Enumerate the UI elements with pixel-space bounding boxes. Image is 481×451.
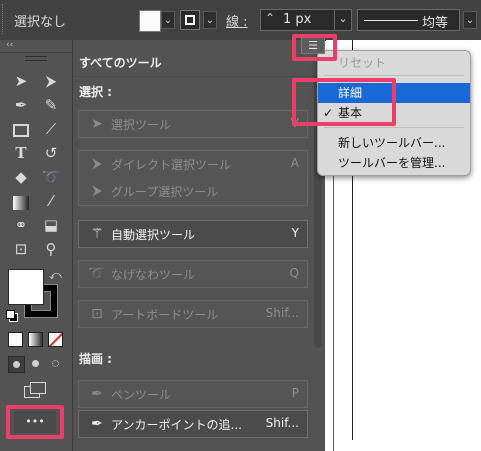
- direct-selection-tool-icon[interactable]: ⮞: [38, 70, 64, 92]
- tool-shortcut: Shif...: [265, 306, 299, 320]
- shape-builder-tool-icon[interactable]: ⚭: [8, 214, 34, 236]
- tool-shortcut: P: [291, 386, 299, 400]
- swap-colors-icon[interactable]: ⤺: [49, 268, 62, 283]
- toolbar-grip[interactable]: [25, 56, 47, 61]
- stroke-swatch-icon: [185, 15, 195, 25]
- stroke-weight-value: 1 px: [283, 12, 312, 27]
- menu-item-reset: リセット: [338, 56, 387, 70]
- tool-group-row: ⮞ ダイレクト選択ツール A ⮞ グループ選択ツール: [78, 150, 308, 206]
- magic-wand-icon: ⚚: [90, 226, 104, 242]
- tool-label: なげなわツール: [111, 268, 196, 282]
- all-tools-drawer: すべてのツール 選択 : ➤ 選択ツール V ⮞ ダイレクト選択ツール A ⮞ …: [73, 34, 337, 451]
- profile-line-icon: [364, 20, 418, 21]
- drawer-title: すべてのツール: [79, 56, 162, 70]
- tool-label: ダイレクト選択ツール: [111, 158, 232, 172]
- chevron-down-icon: ⌄: [338, 12, 348, 25]
- selection-status: 選択なし: [14, 15, 67, 30]
- stroke-label[interactable]: 線 :: [226, 11, 248, 30]
- fill-dropdown[interactable]: ⌄: [161, 11, 175, 29]
- bar-grip[interactable]: [2, 4, 5, 34]
- stroke-dropdown[interactable]: ⌄: [203, 11, 217, 29]
- drawer-divider: [73, 76, 325, 77]
- color-mode-icon[interactable]: [8, 332, 23, 347]
- tool-label: ペンツール: [111, 388, 172, 402]
- curvature-tool-icon[interactable]: ✎: [38, 94, 64, 116]
- menu-options-callout: [292, 78, 396, 126]
- stroke-profile-select[interactable]: 均等: [357, 9, 460, 31]
- tools-panel: ‹‹ ➤ ⮞ ✒ ✎ ⟋ T ↺ ◆ ➰ ⁄ ⚭ ⬓ ⊡ ⚲ ⤺ •••: [0, 40, 73, 451]
- fill-color-box[interactable]: [8, 269, 44, 305]
- menu-separator: [324, 75, 464, 76]
- collapse-panel-icon[interactable]: ‹‹: [6, 40, 13, 50]
- stroke-weight-dropdown[interactable]: ⌄: [334, 10, 351, 30]
- lasso-icon: ➰: [88, 266, 106, 282]
- lasso-tool-icon[interactable]: ➰: [38, 166, 64, 188]
- tool-row[interactable]: ✒ ペンツール P: [78, 380, 308, 408]
- paintbrush-tool-icon[interactable]: ⟋: [38, 118, 64, 140]
- control-bar: 選択なし ⌄ ⌄ 線 : ⌃ 1 px ⌄ 均等 ⌄: [0, 0, 481, 41]
- menu-separator: [324, 127, 464, 128]
- direct-selection-icon: ⮞: [91, 156, 103, 172]
- draw-normal-icon[interactable]: [8, 356, 25, 373]
- selection-arrow-icon: ➤: [91, 116, 103, 132]
- section-title-draw: 描画 :: [79, 352, 112, 366]
- zoom-tool-icon[interactable]: ⚲: [38, 238, 64, 260]
- tool-row[interactable]: ⊡ アートボードツール Shif...: [78, 300, 308, 328]
- menu-button-callout: [292, 34, 337, 61]
- tool-row[interactable]: ⚚ 自動選択ツール Y: [78, 220, 308, 248]
- tool-shortcut: A: [290, 156, 299, 170]
- stepper-icon[interactable]: ⌃: [265, 11, 275, 25]
- type-tool-icon[interactable]: T: [8, 142, 34, 164]
- tool-label: グループ選択ツール: [111, 185, 219, 199]
- toolbar-divider: [0, 52, 72, 53]
- tool-shortcut: Q: [289, 266, 299, 280]
- section-title-select: 選択 :: [79, 85, 112, 99]
- tool-label: アンカーポイントの追...: [111, 418, 242, 432]
- chevron-down-icon: ⌄: [465, 15, 475, 26]
- tool-shortcut: Y: [291, 226, 299, 240]
- tool-label: 自動選択ツール: [111, 228, 196, 242]
- live-paint-tool-icon[interactable]: ⬓: [38, 214, 64, 236]
- rectangle-tool-icon[interactable]: [13, 124, 29, 137]
- tool-row[interactable]: ✒ アンカーポイントの追... Shif...: [78, 410, 308, 438]
- tool-row[interactable]: ⮞ グループ選択ツール: [79, 178, 307, 205]
- artboard-icon: ⊡: [91, 306, 103, 322]
- group-selection-icon: ⮞: [91, 183, 103, 199]
- rotate-tool-icon[interactable]: ↺: [38, 142, 64, 164]
- tool-label: アートボードツール: [111, 308, 219, 322]
- artboard-tool-icon[interactable]: ⊡: [8, 238, 34, 260]
- pen-tool-icon[interactable]: ✒: [8, 94, 34, 116]
- fill-swatch[interactable]: [139, 10, 161, 32]
- add-anchor-point-icon: ✒: [91, 416, 103, 432]
- draw-inside-icon[interactable]: [48, 356, 63, 371]
- menu-item-manage-toolbars[interactable]: ツールバーを管理...: [318, 153, 470, 173]
- gradient-tool-icon[interactable]: [13, 196, 29, 210]
- gradient-mode-icon[interactable]: [28, 332, 43, 347]
- draw-behind-icon[interactable]: [28, 356, 43, 371]
- eraser-tool-icon[interactable]: ◆: [8, 166, 34, 188]
- tool-label: 選択ツール: [111, 118, 172, 132]
- chevron-down-icon: ⌄: [205, 15, 215, 26]
- tool-row[interactable]: ➤ 選択ツール V: [78, 110, 308, 138]
- default-colors-icon[interactable]: [6, 310, 18, 322]
- tool-shortcut: Shif...: [265, 416, 299, 430]
- chevron-down-icon: ⌄: [163, 15, 173, 26]
- eyedropper-tool-icon[interactable]: ⁄: [38, 190, 64, 212]
- tool-row[interactable]: ➰ なげなわツール Q: [78, 260, 308, 288]
- stroke-swatch[interactable]: [180, 10, 200, 30]
- selection-tool-icon[interactable]: ➤: [8, 70, 34, 92]
- stroke-profile-value: 均等: [422, 16, 449, 31]
- screen-mode-icon[interactable]: [24, 382, 48, 398]
- pen-icon: ✒: [91, 386, 103, 402]
- stroke-weight-field[interactable]: ⌃ 1 px ⌄: [260, 9, 352, 31]
- profile-dropdown[interactable]: ⌄: [463, 11, 477, 29]
- tool-row[interactable]: ⮞ ダイレクト選択ツール A: [79, 151, 307, 178]
- edit-toolbar-button[interactable]: •••: [14, 411, 56, 433]
- none-mode-icon[interactable]: [48, 332, 63, 347]
- menu-item-new-toolbar[interactable]: 新しいツールバー...: [318, 133, 470, 153]
